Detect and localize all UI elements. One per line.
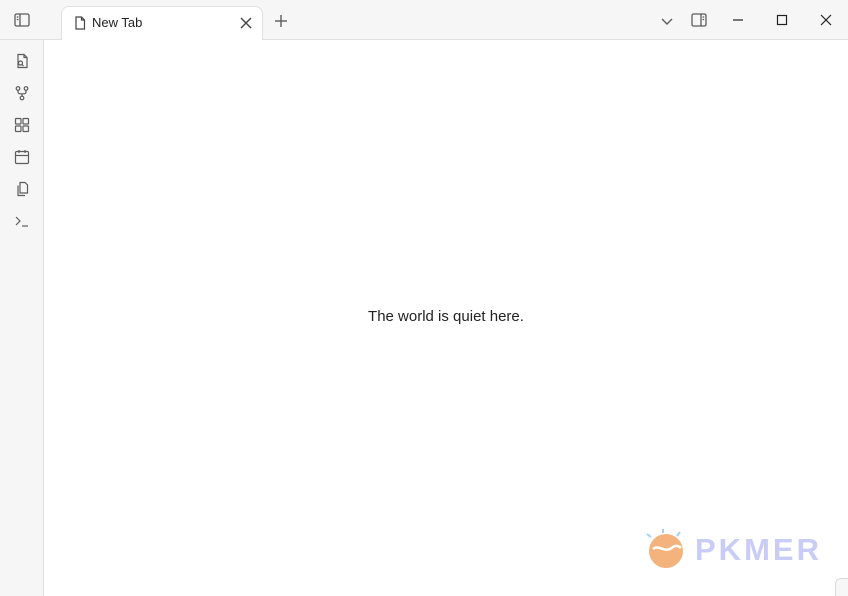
right-sidebar-toggle-icon[interactable] (684, 5, 714, 35)
calendar-icon[interactable] (7, 143, 37, 171)
watermark-text: PKMER (695, 532, 822, 567)
pkmer-watermark: PKMER (643, 526, 822, 574)
window-close-icon[interactable] (811, 5, 841, 35)
layout-grid-icon[interactable] (7, 111, 37, 139)
minimize-icon[interactable] (723, 5, 753, 35)
left-sidebar-toggle-icon[interactable] (7, 5, 37, 35)
app-window: New Tab The world is quiet here. PKMER (0, 0, 848, 596)
file-search-icon[interactable] (7, 47, 37, 75)
new-tab-plus-icon[interactable] (266, 6, 296, 36)
terminal-icon[interactable] (7, 207, 37, 235)
tab-title: New Tab (92, 15, 143, 30)
file-icon (72, 15, 88, 31)
empty-state-message: The world is quiet here. (368, 308, 524, 325)
git-fork-icon[interactable] (7, 79, 37, 107)
status-corner (835, 578, 848, 596)
chevron-down-icon[interactable] (652, 6, 682, 36)
title-bar: New Tab (0, 0, 848, 41)
tab-new-tab[interactable]: New Tab (61, 6, 263, 41)
left-ribbon (0, 40, 44, 596)
maximize-icon[interactable] (767, 5, 797, 35)
main-content: The world is quiet here. (44, 40, 848, 596)
pkmer-logo-icon (646, 529, 683, 568)
close-tab-icon[interactable] (236, 13, 256, 33)
files-icon[interactable] (7, 175, 37, 203)
